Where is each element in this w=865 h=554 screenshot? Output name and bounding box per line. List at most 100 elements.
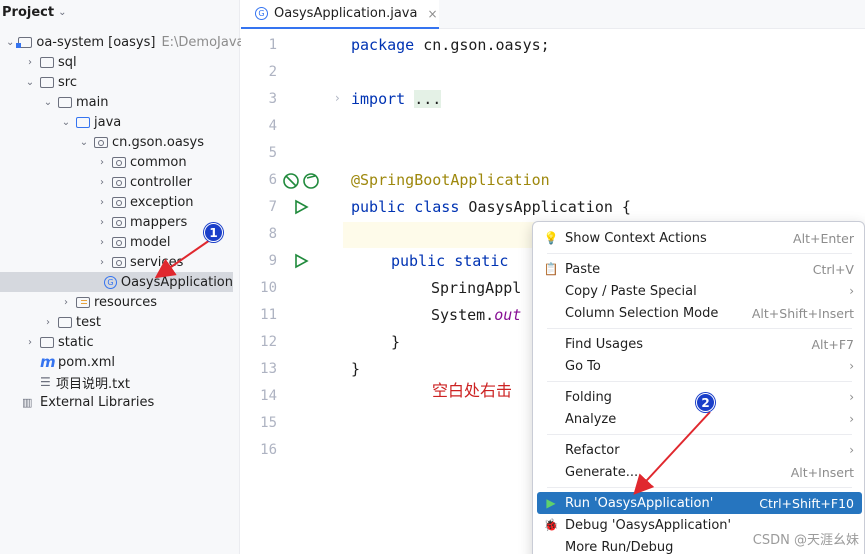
chevron-down-icon[interactable]: ⌄ — [24, 77, 36, 88]
package-icon — [112, 176, 126, 188]
code-line-14: } — [351, 360, 361, 378]
line-number: 3 — [268, 91, 277, 107]
tree-item-main[interactable]: ⌄ main — [0, 92, 240, 112]
line-number: 6 — [268, 172, 277, 188]
line-number: 10 — [260, 280, 277, 296]
chevron-right-icon[interactable]: › — [96, 257, 108, 268]
tree-item-label: model — [130, 234, 171, 250]
chevron-right-icon[interactable]: › — [60, 297, 72, 308]
chevron-down-icon[interactable]: ⌄ — [78, 137, 90, 148]
chevron-right-icon[interactable]: › — [96, 177, 108, 188]
package-icon — [112, 156, 126, 168]
menu-separator — [547, 253, 852, 254]
chevron-right-icon[interactable]: › — [96, 197, 108, 208]
line-number: 9 — [268, 253, 277, 269]
chevron-right-icon[interactable]: › — [42, 317, 54, 328]
badge-two: 2 — [696, 393, 715, 412]
menu-item-analyze[interactable]: Analyze › — [537, 408, 862, 430]
menu-item-refactor[interactable]: Refactor › — [537, 439, 862, 461]
menu-separator — [547, 328, 852, 329]
menu-item-find-usages[interactable]: Find Usages Alt+F7 — [537, 333, 862, 355]
tree-item-label: common — [130, 154, 187, 170]
tree-item-common[interactable]: › common — [0, 152, 240, 172]
chevron-down-icon[interactable]: ⌄ — [58, 7, 66, 18]
folder-icon — [58, 316, 72, 328]
fold-expand-icon[interactable]: › — [335, 91, 340, 105]
code-line-10: public static — [391, 252, 509, 270]
tree-item-external-libraries[interactable]: ▥ External Libraries — [0, 392, 240, 412]
watermark: CSDN @天涯幺妹 — [752, 533, 859, 548]
menu-item-show-context-actions[interactable]: 💡 Show Context Actions Alt+Enter — [537, 227, 862, 249]
spring-class-icon: G — [255, 7, 268, 20]
run-gutter-icon[interactable] — [293, 199, 309, 219]
tree-item-src[interactable]: ⌄ src — [0, 72, 240, 92]
chevron-right-icon: › — [849, 359, 854, 373]
chevron-right-icon[interactable]: › — [96, 157, 108, 168]
chevron-right-icon[interactable]: › — [24, 57, 36, 68]
tree-item-txt[interactable]: ☰ 项目说明.txt — [0, 372, 240, 392]
menu-item-generate[interactable]: Generate... Alt+Insert — [537, 461, 862, 483]
menu-item-label: Run 'OasysApplication' — [565, 495, 714, 511]
tree-item-cn-gson-oasys[interactable]: ⌄ cn.gson.oasys — [0, 132, 240, 152]
tree-item-java[interactable]: ⌄ java — [0, 112, 240, 132]
tab-label: OasysApplication.java — [274, 6, 418, 21]
menu-separator — [547, 434, 852, 435]
tree-item-controller[interactable]: › controller — [0, 172, 240, 192]
paste-icon: 📋 — [543, 262, 559, 276]
line-number: 5 — [268, 145, 277, 161]
chevron-right-icon: › — [849, 443, 854, 457]
tree-item-pom-xml[interactable]: m pom.xml — [0, 352, 240, 372]
package-icon — [112, 256, 126, 268]
code-line-3: import ... — [351, 90, 442, 108]
bean-icon[interactable] — [283, 172, 319, 194]
code-line-12: System.out — [431, 306, 522, 324]
menu-item-label: Copy / Paste Special — [565, 283, 697, 299]
tree-item-oasysapplication[interactable]: G OasysApplication — [0, 272, 233, 292]
tree-item-label: services — [130, 254, 184, 270]
tree-item-services[interactable]: › services — [0, 252, 240, 272]
tree-item-test[interactable]: › test — [0, 312, 240, 332]
package-icon — [112, 196, 126, 208]
folder-icon — [40, 76, 54, 88]
chevron-down-icon[interactable]: ⌄ — [42, 97, 54, 108]
menu-item-shortcut: Ctrl+V — [812, 261, 854, 277]
run-main-gutter-icon[interactable] — [293, 253, 309, 273]
chevron-down-icon[interactable]: ⌄ — [6, 37, 14, 48]
menu-item-column-selection-mode[interactable]: Column Selection Mode Alt+Shift+Insert — [537, 302, 862, 324]
run-icon: ▶ — [546, 496, 556, 510]
menu-item-run-oasysapplication[interactable]: ▶ Run 'OasysApplication' Ctrl+Shift+F10 — [537, 492, 862, 514]
tree-item-sql[interactable]: › sql — [0, 52, 240, 72]
menu-item-paste[interactable]: 📋 Paste Ctrl+V — [537, 258, 862, 280]
chevron-right-icon: › — [849, 390, 854, 404]
project-header[interactable]: Project ⌄ — [0, 0, 239, 24]
code-line-1: package cn.gson.oasys; — [351, 36, 550, 54]
package-icon — [112, 236, 126, 248]
code-line-11: SpringAppl — [431, 279, 522, 297]
tab-oasys-application[interactable]: G OasysApplication.java × — [241, 0, 439, 29]
tree-item-label: java — [94, 114, 122, 130]
tree-item-label: main — [76, 94, 109, 110]
menu-separator — [547, 487, 852, 488]
menu-item-copy-paste-special[interactable]: Copy / Paste Special › — [537, 280, 862, 302]
chevron-right-icon[interactable]: › — [96, 237, 108, 248]
tree-item-exception[interactable]: › exception — [0, 192, 240, 212]
lightbulb-icon: 💡 — [543, 231, 559, 245]
tree-item-label: mappers — [130, 214, 188, 230]
chevron-right-icon: › — [849, 284, 854, 298]
chevron-down-icon[interactable]: ⌄ — [60, 117, 72, 128]
package-icon — [94, 136, 108, 148]
line-number: 12 — [260, 334, 277, 350]
tree-item-oa-system-oasys[interactable]: ⌄ oa-system [oasys] E:\DemoJava\c — [0, 32, 256, 52]
chevron-right-icon[interactable]: › — [24, 337, 36, 348]
tree-item-label: static — [58, 334, 94, 350]
annotation-right-click-text: 空白处右击 — [432, 381, 513, 400]
chevron-right-icon[interactable]: › — [96, 217, 108, 228]
tree-item-static[interactable]: › static — [0, 332, 240, 352]
menu-item-go-to[interactable]: Go To › — [537, 355, 862, 377]
collapsed-imports[interactable]: ... — [414, 90, 442, 108]
line-number: 7 — [268, 199, 277, 215]
tree-item-resources[interactable]: › resources — [0, 292, 240, 312]
close-icon[interactable]: × — [427, 7, 437, 21]
line-number: 14 — [260, 388, 277, 404]
debug-icon: 🐞 — [543, 518, 559, 532]
